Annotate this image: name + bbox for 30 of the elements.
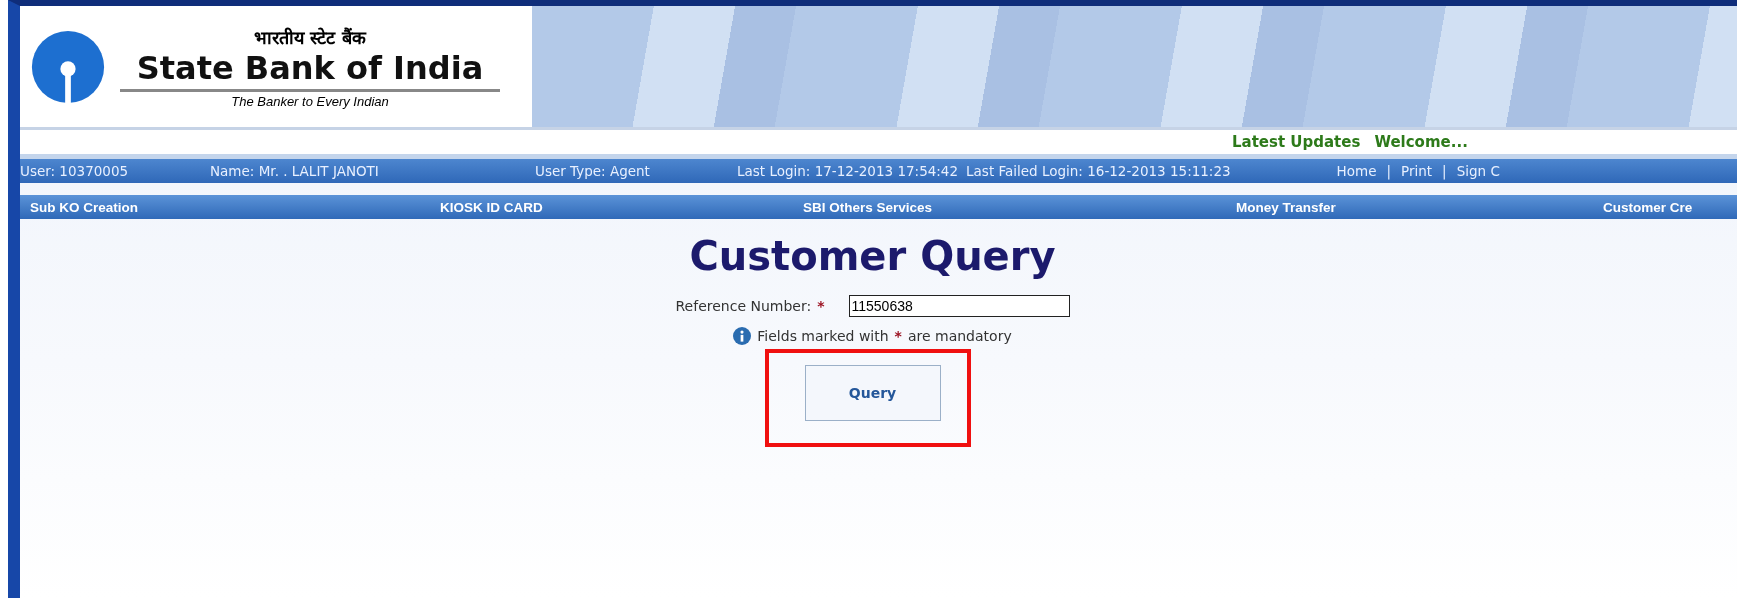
user-name: Name: Mr. . LALIT JANOTI <box>210 163 380 179</box>
menu-item[interactable]: Money Transfer <box>1226 199 1593 215</box>
updates-label: Latest Updates <box>1232 133 1361 151</box>
last-login: Last Login: 17-12-2013 17:54:42 <box>737 163 959 179</box>
bank-name-hindi: भारतीय स्टेट बैंक <box>254 25 366 49</box>
bank-logo-icon <box>30 28 106 105</box>
link-separator: | <box>1442 163 1447 179</box>
menu-item[interactable]: Sub KO Creation <box>20 199 430 215</box>
menu-item[interactable]: SBI Others Services <box>793 199 1226 215</box>
page-title: Customer Query <box>689 233 1056 279</box>
bank-name: State Bank of India <box>136 48 484 87</box>
last-failed-login: Last Failed Login: 16-12-2013 15:11:23 <box>966 163 1231 179</box>
user-type: User Type: Agent <box>535 163 651 179</box>
required-mark: * <box>817 298 825 314</box>
note-text: are mandatory <box>907 328 1012 344</box>
field-label: Reference Number: <box>675 298 812 314</box>
link-separator: | <box>1386 163 1391 179</box>
note-text: Fields marked with <box>757 328 889 344</box>
info-icon <box>733 327 752 345</box>
menu-item[interactable]: KIOSK ID CARD <box>430 199 793 215</box>
header-link[interactable]: Print <box>1401 163 1433 179</box>
header-link[interactable]: Home <box>1336 163 1377 179</box>
required-mark: * <box>894 328 902 344</box>
tagline: The Banker to Every Indian <box>231 93 389 109</box>
reference-number-field[interactable]: 11550638 <box>848 295 1070 317</box>
query-button[interactable]: Query <box>804 365 941 421</box>
updates-message: Welcome... <box>1374 133 1468 151</box>
header-link[interactable]: Sign C <box>1456 163 1500 179</box>
user-id: User: 10370005 <box>20 163 130 179</box>
menu-item[interactable]: Customer Cre <box>1593 199 1737 215</box>
